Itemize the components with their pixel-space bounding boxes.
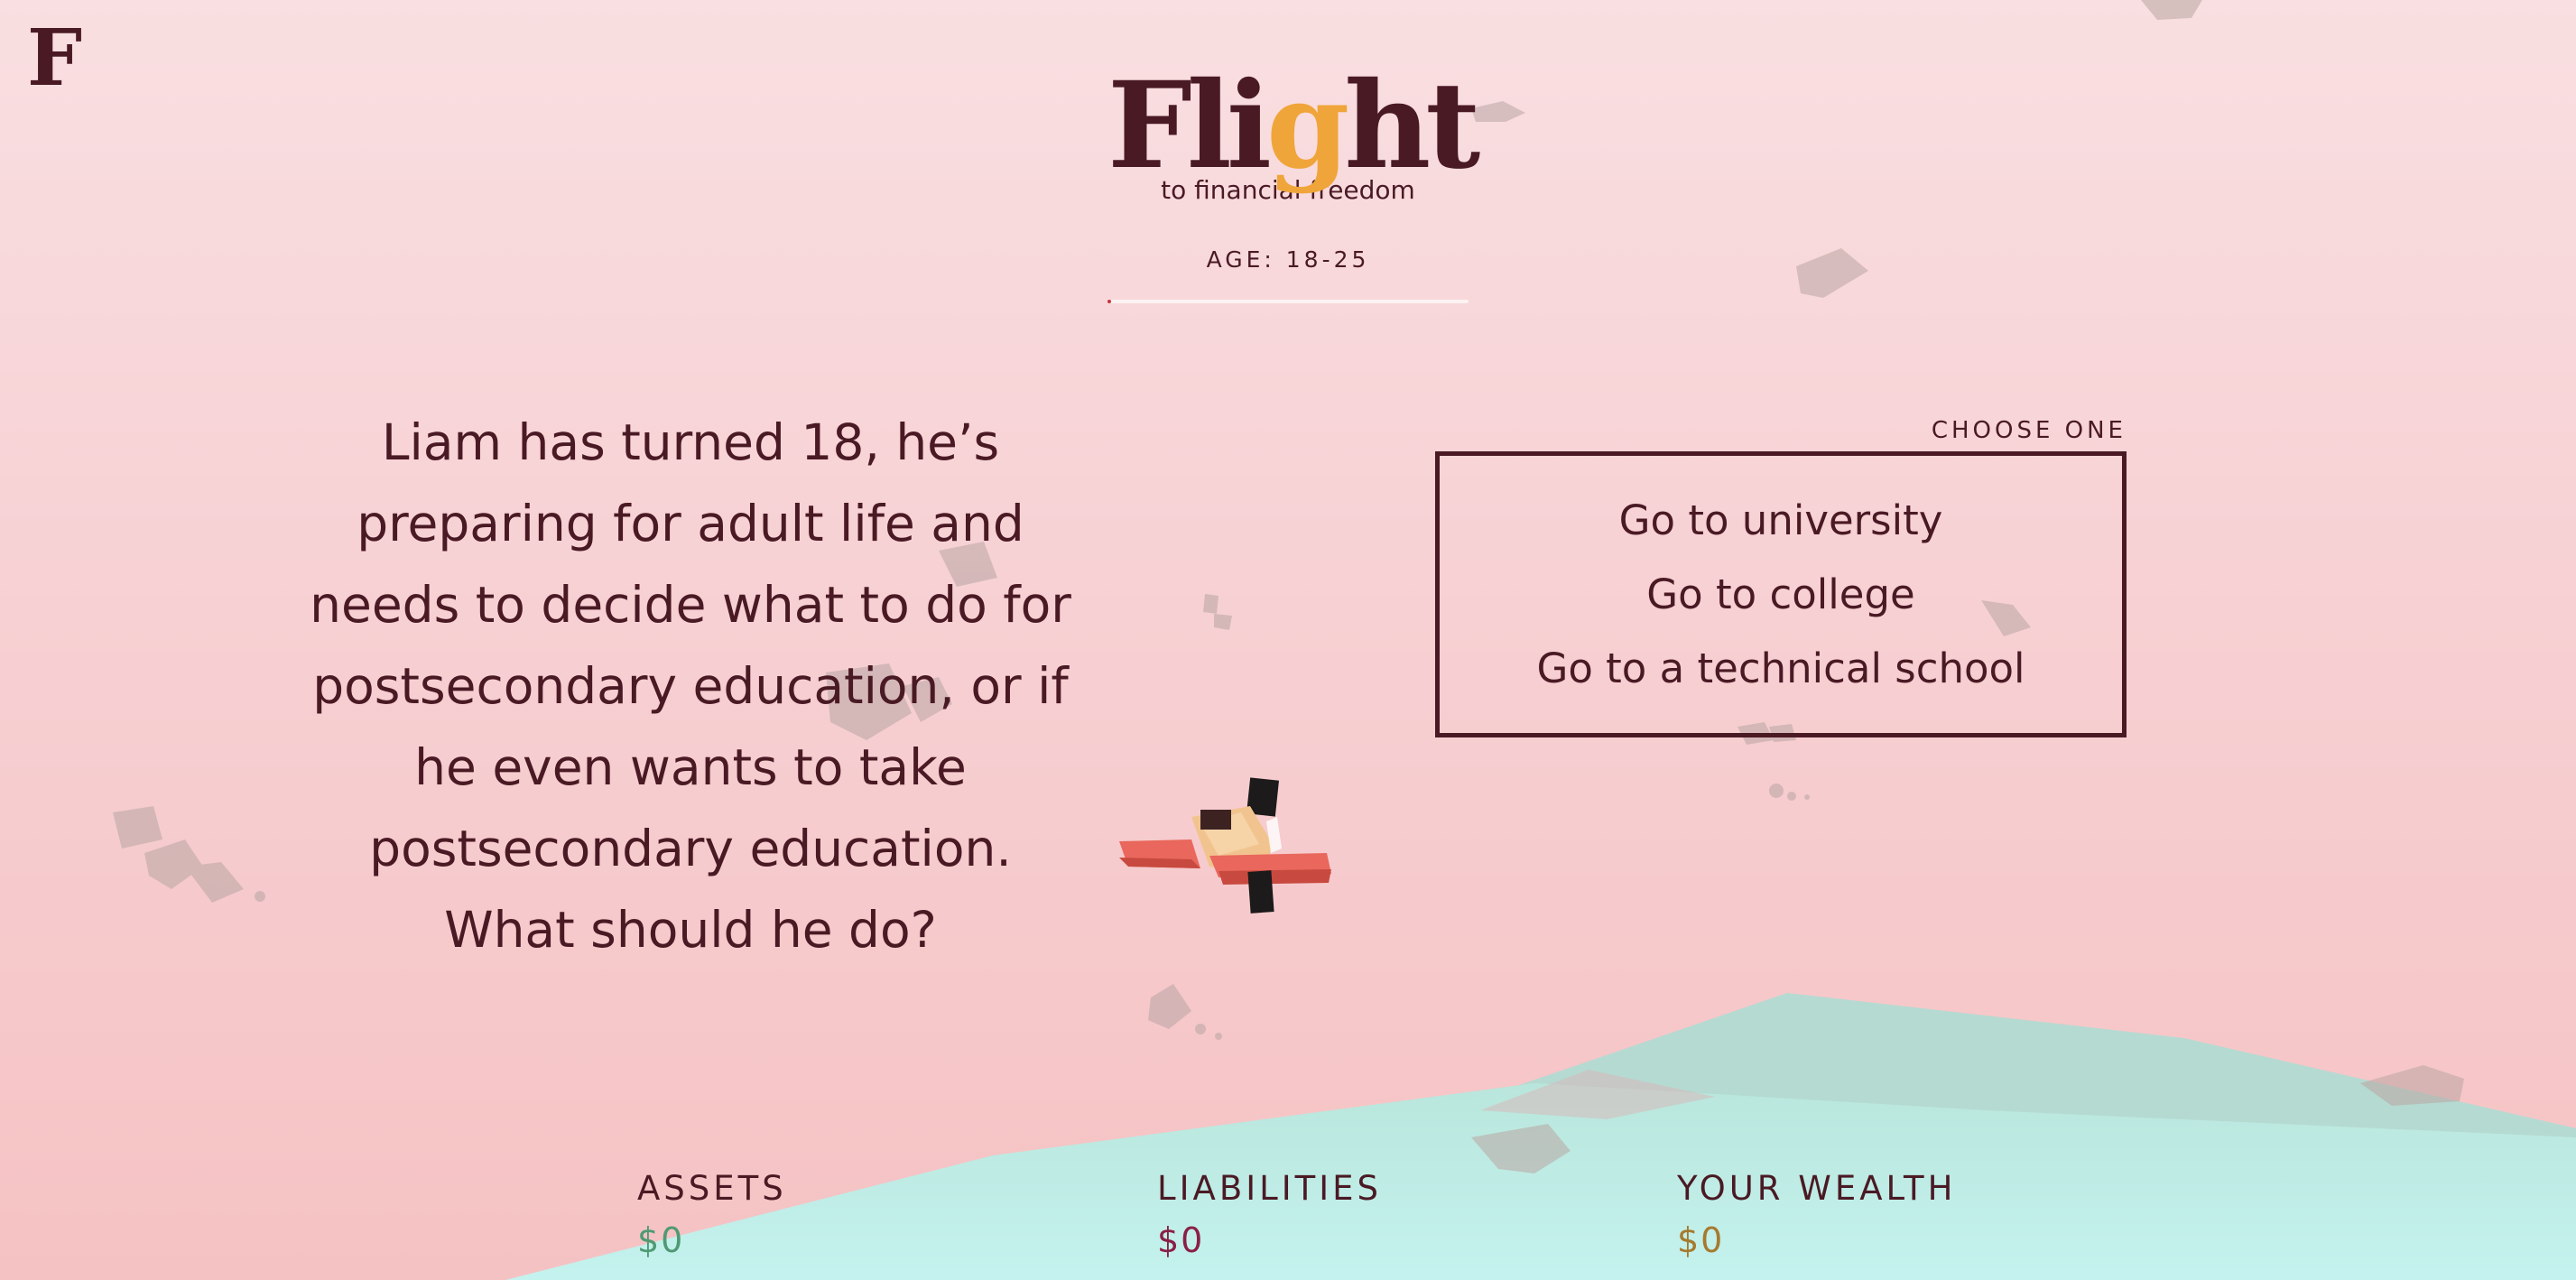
stats-bar: ASSETS $0 LIABILITIES $0 YOUR WEALTH $0 — [0, 1169, 2576, 1268]
brand-logo-mark[interactable]: F — [27, 20, 82, 97]
flight-logo: Flight — [1107, 67, 1480, 186]
choose-one-label: CHOOSE ONE — [1931, 417, 2127, 444]
wealth-stat: YOUR WEALTH $0 — [1677, 1169, 1956, 1260]
age-progress-fill — [1107, 300, 1111, 303]
choices-box: Go to university Go to college Go to a t… — [1435, 451, 2127, 737]
liabilities-label: LIABILITIES — [1157, 1169, 1383, 1208]
scenario-text: Liam has turned 18, he’s preparing for a… — [310, 413, 1071, 959]
choice-technical-school[interactable]: Go to a technical school — [1536, 636, 2025, 701]
age-progress-bar — [1107, 300, 1469, 303]
hill-shadow — [1480, 1070, 1715, 1119]
logo-part-3: ht — [1344, 56, 1480, 196]
liabilities-value: $0 — [1157, 1220, 1205, 1260]
choice-college[interactable]: Go to college — [1646, 562, 1914, 627]
age-label: AGE: 18-25 — [1206, 246, 1370, 273]
choice-university[interactable]: Go to university — [1619, 488, 1943, 553]
logo-part-1: Fli — [1107, 56, 1272, 196]
assets-value: $0 — [637, 1220, 685, 1260]
wealth-value: $0 — [1677, 1220, 1725, 1260]
plane-icon — [1119, 777, 1331, 914]
liabilities-stat: LIABILITIES $0 — [1157, 1169, 1382, 1260]
wealth-label: YOUR WEALTH — [1677, 1169, 1957, 1208]
assets-label: ASSETS — [637, 1169, 787, 1208]
header: Flight to financial freedom AGE: 18-25 — [1107, 67, 1480, 303]
assets-stat: ASSETS $0 — [637, 1169, 787, 1260]
logo-part-accent: g — [1266, 56, 1349, 196]
